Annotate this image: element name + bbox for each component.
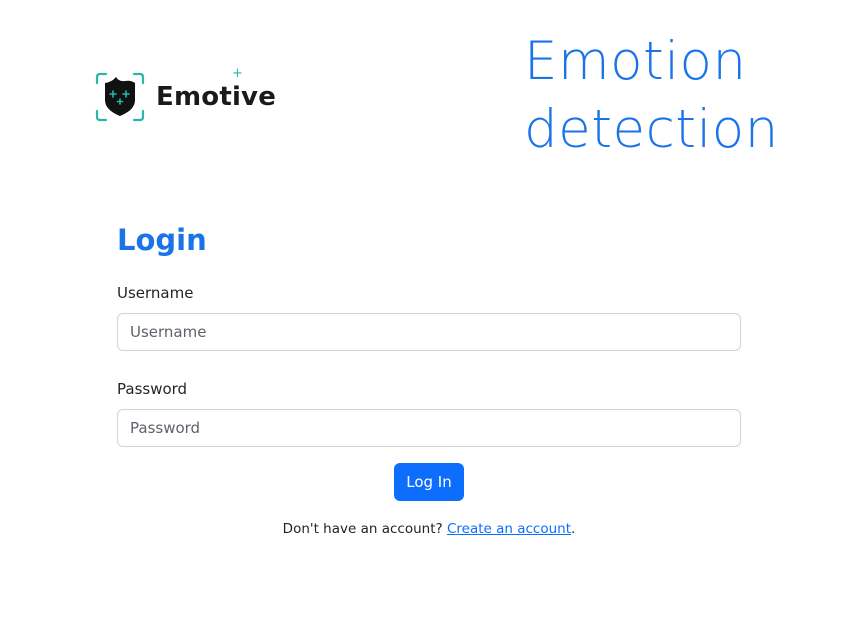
login-page: Emotive + Emotion detection Login Userna… (0, 0, 856, 619)
brand-logo: Emotive + (95, 66, 277, 122)
brand-plus-icon: + (232, 66, 244, 81)
hero-title-line2: detection (524, 99, 779, 160)
login-heading: Login (117, 223, 207, 257)
hero-title: Emotion detection (524, 28, 844, 164)
hero-title-line1: Emotion (524, 31, 747, 92)
signup-prompt: Don't have an account? Create an account… (117, 521, 741, 537)
login-form: Login Username Password Log In Don't hav… (117, 220, 741, 537)
password-label: Password (117, 380, 188, 398)
signup-suffix: . (571, 521, 576, 537)
username-input[interactable] (117, 313, 741, 351)
submit-row: Log In (117, 463, 741, 501)
username-label: Username (117, 284, 194, 302)
brand-name: Emotive + (156, 66, 277, 112)
login-button[interactable]: Log In (394, 463, 464, 501)
signup-prompt-text: Don't have an account? (282, 521, 443, 537)
create-account-link[interactable]: Create an account (447, 521, 571, 537)
password-input[interactable] (117, 409, 741, 447)
shield-face-icon (95, 72, 145, 122)
